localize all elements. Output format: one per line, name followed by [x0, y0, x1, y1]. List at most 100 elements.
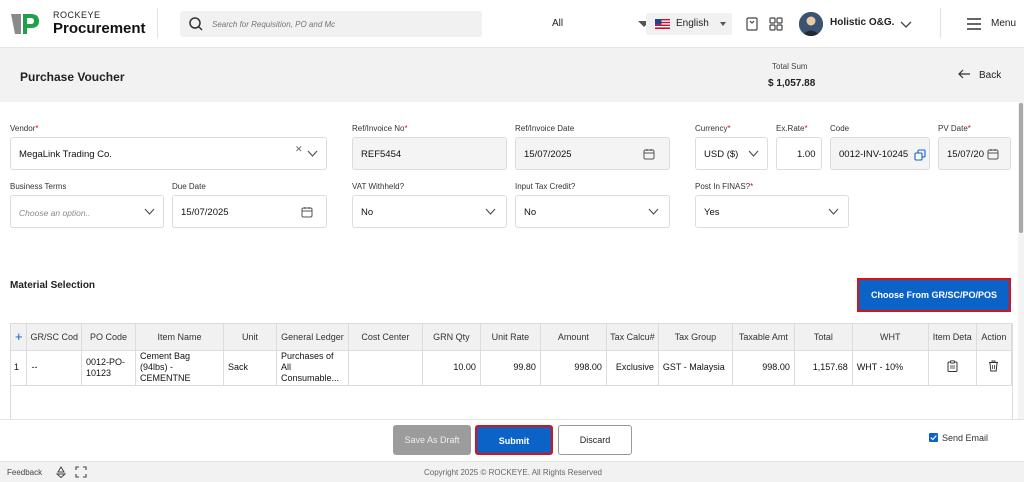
code-value: 0012-INV-10245 [839, 149, 909, 160]
ex-rate-input[interactable]: 1.00 [776, 137, 822, 170]
table-header-row: + GR/SC Cod PO Code Item Name Unit Gener… [11, 324, 1013, 351]
table-row[interactable]: 1 -- 0012-PO-10123 Cement Bag (94lbs) - … [11, 350, 1013, 386]
recycle-icon[interactable] [55, 466, 67, 478]
vat-withheld-label: VAT Withheld? [352, 182, 405, 191]
input-tax-credit-select[interactable]: No [515, 195, 670, 228]
col-taxable-amt: Taxable Amt [732, 324, 795, 351]
row-number: 1 [11, 350, 28, 386]
divider [940, 8, 941, 38]
due-date-input[interactable]: 15/07/2025 [172, 195, 327, 228]
clear-icon[interactable]: ✕ [295, 144, 303, 155]
currency-value: USD ($) [704, 149, 739, 160]
material-grid: + GR/SC Cod PO Code Item Name Unit Gener… [11, 324, 1013, 386]
due-date-value: 15/07/2025 [181, 207, 229, 218]
caret-down-icon [720, 22, 726, 26]
calendar-icon[interactable] [643, 148, 655, 160]
ref-invoice-no-input[interactable]: REF5454 [352, 137, 507, 170]
ref-invoice-no-label: Ref/Invoice No* [352, 124, 408, 133]
us-flag-icon [655, 19, 670, 29]
vat-withheld-select[interactable]: No [352, 195, 507, 228]
business-terms-select[interactable]: Choose an option.. [10, 195, 164, 228]
cell-total: 1,157.68 [794, 350, 853, 386]
ref-invoice-date-value: 15/07/2025 [524, 149, 572, 160]
brand-name-small: ROCKEYE [53, 10, 101, 20]
col-tax-group: Tax Group [658, 324, 733, 351]
bottom-bar: Feedback Copyright 2025 © ROCKEYE. All R… [0, 461, 1024, 482]
col-item-name: Item Name [135, 324, 224, 351]
hamburger-menu-icon[interactable] [966, 17, 982, 31]
col-action: Action [976, 324, 1013, 351]
global-search: All [180, 11, 659, 37]
clipboard-icon[interactable] [947, 360, 958, 372]
search-input[interactable] [212, 15, 362, 33]
pv-date-input[interactable]: 15/07/20 [938, 137, 1011, 170]
page-scrollbar-thumb[interactable] [1019, 103, 1023, 233]
send-email-checkbox[interactable]: Send Email [929, 433, 988, 443]
col-general-ledger: General Ledger [276, 324, 349, 351]
total-sum-label: Total Sum [772, 62, 808, 71]
input-tax-credit-value: No [524, 207, 537, 218]
cell-general-ledger: Purchases of All Consumable... [276, 350, 349, 386]
menu-label[interactable]: Menu [991, 18, 1016, 29]
back-label: Back [979, 70, 1002, 81]
cell-unit-rate: 99.80 [480, 350, 541, 386]
post-in-finas-label: Post In FINAS?* [695, 182, 754, 191]
code-label: Code [830, 124, 850, 133]
chevron-down-icon [485, 208, 496, 215]
col-amount: Amount [540, 324, 607, 351]
checkbox-checked-icon[interactable] [929, 433, 938, 442]
choose-from-gr-sc-po-pos-button[interactable]: Choose From GR/SC/PO/POS [857, 278, 1011, 312]
top-navbar: ROCKEYE Procurement All English [0, 0, 1024, 48]
vendor-select[interactable]: MegaLink Trading Co. ✕ [10, 137, 327, 170]
vendor-label: Vendor* [10, 124, 39, 133]
due-date-label: Due Date [172, 182, 206, 191]
code-input[interactable]: 0012-INV-10245 [830, 137, 930, 170]
back-button[interactable]: Back [958, 69, 1001, 81]
chevron-down-icon [828, 208, 839, 215]
currency-select[interactable]: USD ($) [695, 137, 768, 170]
add-row-icon[interactable]: + [11, 324, 28, 351]
cell-wht: WHT - 10% [852, 350, 929, 386]
user-photo-icon [799, 12, 823, 36]
divider [157, 8, 158, 38]
cell-action [976, 350, 1013, 386]
col-po-code: PO Code [81, 324, 136, 351]
rockeye-logo-icon[interactable] [9, 10, 43, 38]
col-cost-center: Cost Center [348, 324, 423, 351]
material-table: + GR/SC Cod PO Code Item Name Unit Gener… [10, 323, 1013, 419]
search-icon[interactable] [188, 16, 204, 32]
col-unit: Unit [223, 324, 277, 351]
chevron-down-icon [748, 150, 759, 157]
post-in-finas-select[interactable]: Yes [695, 195, 849, 228]
chevron-down-icon [648, 208, 659, 215]
col-tax-calc: Tax Calcu# [606, 324, 659, 351]
chevron-down-icon [144, 208, 155, 215]
chevron-down-icon[interactable] [899, 17, 913, 31]
discard-button[interactable]: Discard [558, 425, 632, 455]
save-as-draft-button[interactable]: Save As Draft [393, 425, 471, 455]
user-name[interactable]: Holistic O&G. [830, 17, 894, 28]
page-header: Purchase Voucher Total Sum $ 1,057.88 Ba… [0, 48, 1024, 102]
post-in-finas-value: Yes [704, 207, 720, 218]
language-select[interactable]: English [646, 13, 732, 35]
col-gr-sc-code: GR/SC Cod [26, 324, 82, 351]
brand-name-product: Procurement [53, 20, 146, 37]
search-scope-select[interactable]: All [543, 13, 659, 35]
ref-invoice-date-label: Ref/Invoice Date [515, 124, 575, 133]
submit-button[interactable]: Submit [475, 425, 553, 455]
fullscreen-icon[interactable] [75, 466, 87, 478]
col-total: Total [794, 324, 853, 351]
apps-grid-icon[interactable] [769, 17, 783, 31]
trash-icon[interactable] [988, 360, 999, 372]
business-terms-label: Business Terms [10, 182, 67, 191]
bookmark-icon[interactable] [745, 17, 759, 31]
user-avatar[interactable] [799, 12, 823, 36]
copy-icon[interactable] [914, 149, 926, 161]
calendar-icon[interactable] [301, 206, 313, 218]
cell-amount: 998.00 [540, 350, 607, 386]
input-tax-credit-label: Input Tax Credit? [515, 182, 576, 191]
cell-grn-qty: 10.00 [422, 350, 481, 386]
feedback-link[interactable]: Feedback [7, 468, 42, 477]
calendar-icon[interactable] [987, 148, 999, 160]
ref-invoice-date-input[interactable]: 15/07/2025 [515, 137, 670, 170]
